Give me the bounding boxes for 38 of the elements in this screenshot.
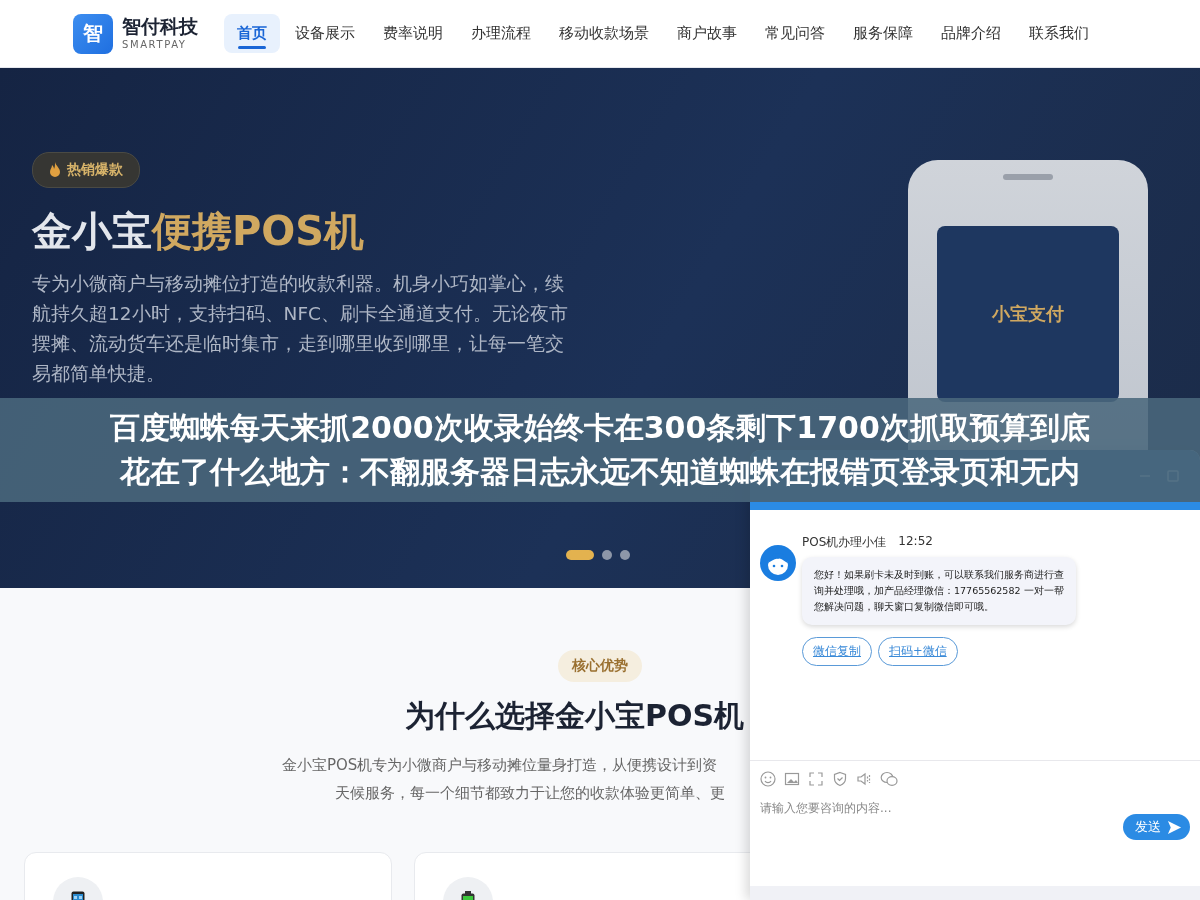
- nav-link[interactable]: 品牌介绍: [928, 14, 1014, 53]
- message-input[interactable]: 请输入您要咨询的内容...: [760, 796, 1123, 854]
- section-title: 为什么选择金小宝POS机: [405, 697, 746, 735]
- flame-icon: [49, 162, 61, 178]
- shield-icon[interactable]: [832, 771, 848, 787]
- carousel-dot[interactable]: [620, 550, 630, 560]
- section-subtitle: 天候服务，每一个细节都致力于让您的收款体验更简单、更: [335, 783, 726, 804]
- section-subtitle: 金小宝POS机专为小微商户与移动摊位量身打造，从便携设计到资: [282, 755, 719, 776]
- caption-text: 百度蜘蛛每天来抓2000次收录始终卡在300条剩下1700次抓取预算到底: [110, 409, 1090, 447]
- message-bubble: 您好！如果刷卡未及时到账，可以联系我们服务商进行查询并处理哦，加产品经理微信：17765562582 一对一帮您解决问题，聊天窗口复制微信即可哦。: [802, 557, 1076, 625]
- nav-link[interactable]: 移动收款场景: [546, 14, 662, 53]
- brand-tagline: SMARTPAY: [122, 40, 188, 50]
- nav-link[interactable]: 联系我们: [1016, 14, 1102, 53]
- caption-text: 花在了什么地方：不翻服务器日志永远不知道蜘蛛在报错页登录页和无内: [120, 453, 1080, 491]
- message-time: 12:52: [898, 534, 933, 550]
- nav-link[interactable]: 费率说明: [370, 14, 456, 53]
- badge-label: 热销爆款: [67, 161, 123, 179]
- hero-title: 金小宝便携POS机: [32, 207, 366, 256]
- agent-avatar-icon: [760, 545, 796, 581]
- nav-link[interactable]: 设备展示: [282, 14, 368, 53]
- nav-link[interactable]: 常见问答: [752, 14, 838, 53]
- nav-link[interactable]: 服务保障: [840, 14, 926, 53]
- nav-link[interactable]: 首页: [224, 14, 280, 53]
- brand-name: 智付科技: [122, 17, 198, 36]
- screen-label: 小宝支付: [992, 302, 1064, 326]
- send-icon: [1167, 819, 1182, 835]
- agent-name: POS机办理小佳: [802, 534, 887, 551]
- hero-description: 专为小微商户与移动摊位打造的收款利器。机身小巧如掌心，续航持久超12小时，支持扫码、NFC、刷卡全通道支付。无论夜市摆摊、流动货车还是临时集市，走到哪里收到哪里，让每一笔交易都简单快捷。: [32, 272, 569, 386]
- image-icon[interactable]: [784, 771, 800, 787]
- send-button[interactable]: 发送: [1123, 814, 1190, 840]
- speaker-icon[interactable]: [856, 771, 872, 787]
- emoji-icon[interactable]: [760, 771, 776, 787]
- nav-link[interactable]: 商户故事: [664, 14, 750, 53]
- fullscreen-icon[interactable]: [808, 771, 824, 787]
- section-badge: 核心优势: [558, 650, 642, 682]
- logo-mark[interactable]: 智: [73, 13, 113, 54]
- carousel-dot[interactable]: [602, 550, 612, 560]
- nav-link[interactable]: 办理流程: [458, 14, 544, 53]
